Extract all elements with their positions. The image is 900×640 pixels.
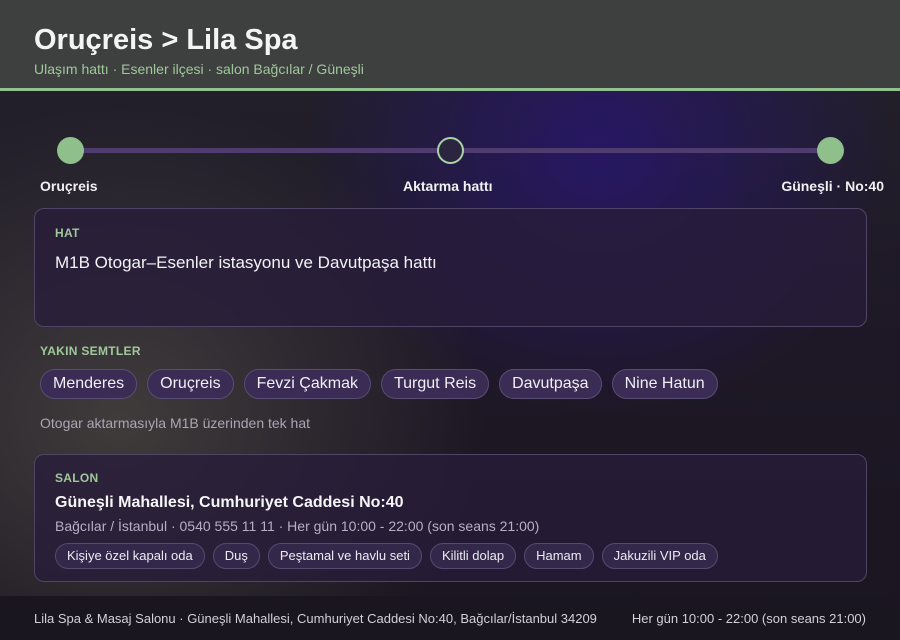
salon-card: SALON Güneşli Mahallesi, Cumhuriyet Cadd… [34,454,867,582]
salon-feature-tag: Kişiye özel kapalı oda [55,543,205,569]
route-stop-end-dot [817,137,844,164]
nearby-chip[interactable]: Oruçreis [147,369,234,399]
route-stop-transfer-dot [437,137,464,164]
salon-feature-tag: Duş [212,543,260,569]
line-card-text: M1B Otogar–Esenler istasyonu ve Davutpaş… [55,253,437,272]
line-card: HAT M1B Otogar–Esenler istasyonu ve Davu… [34,208,867,327]
line-card-label: HAT [55,226,80,240]
nearby-chip[interactable]: Davutpaşa [499,369,602,399]
page-title: Oruçreis > Lila Spa [34,24,298,56]
route-stop-start-label: Oruçreis [40,178,98,194]
salon-card-label: SALON [55,471,99,485]
route-stop-start-dot [57,137,84,164]
route-stop-transfer-label: Aktarma hattı [403,178,493,194]
footer-address: Lila Spa & Masaj Salonu · Güneşli Mahall… [34,610,597,626]
nearby-section-label: YAKIN SEMTLER [40,344,141,358]
salon-feature-tag: Kilitli dolap [429,543,517,569]
nearby-chip[interactable]: Menderes [40,369,138,399]
salon-address: Güneşli Mahallesi, Cumhuriyet Caddesi No… [55,494,404,511]
salon-feature-tag: Peştamal ve havlu seti [267,543,422,569]
salon-feature-list: Kişiye özel kapalı oda Duş Peştamal ve h… [55,543,846,569]
route-timeline: Oruçreis Aktarma hattı Güneşli · No:40 [0,132,900,202]
nearby-chip[interactable]: Nine Hatun [611,369,718,399]
route-stop-end-label: Güneşli · No:40 [781,178,884,194]
page-subtitle: Ulaşım hattı · Esenler ilçesi · salon Ba… [34,61,364,77]
salon-feature-tag: Hamam [524,543,594,569]
nearby-chip-list: Menderes Oruçreis Fevzi Çakmak Turgut Re… [40,369,718,399]
nearby-chip[interactable]: Fevzi Çakmak [243,369,371,399]
page-footer: Lila Spa & Masaj Salonu · Güneşli Mahall… [0,596,900,640]
nearby-note: Otogar aktarmasıyla M1B üzerinden tek ha… [40,415,311,431]
salon-feature-tag: Jakuzili VIP oda [601,543,718,569]
nearby-chip[interactable]: Turgut Reis [380,369,490,399]
page-header: Oruçreis > Lila Spa Ulaşım hattı · Esenl… [0,0,900,91]
salon-meta: Bağcılar / İstanbul · 0540 555 11 11 · H… [55,518,540,534]
footer-hours: Her gün 10:00 - 22:00 (son seans 21:00) [631,610,866,626]
